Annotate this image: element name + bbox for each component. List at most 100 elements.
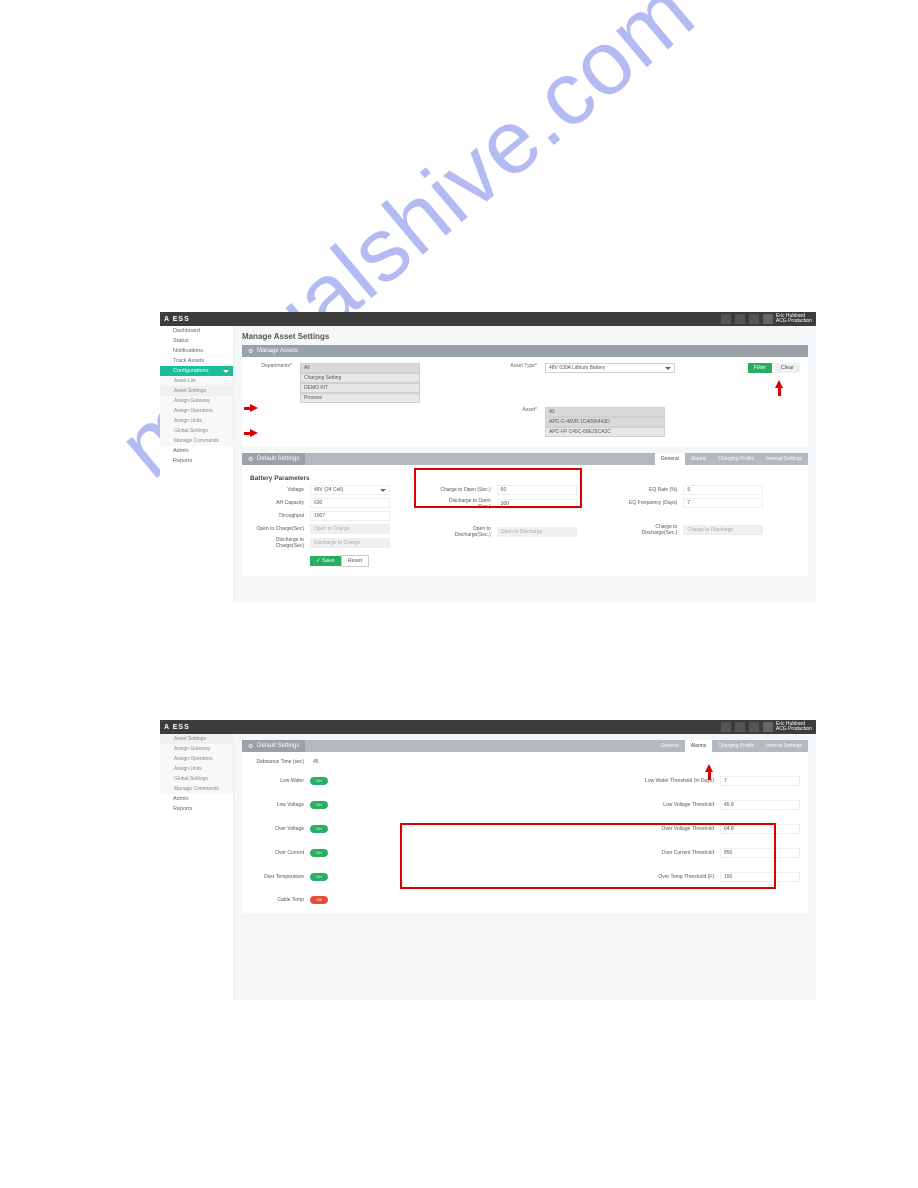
sidebar-item-configurations[interactable]: Configurations xyxy=(160,366,233,376)
sidebar-item-track-assets[interactable]: Track Assets xyxy=(160,356,233,366)
sidebar-sub-assign-units[interactable]: Assign Units xyxy=(160,416,233,426)
over-current-toggle[interactable]: On xyxy=(310,849,328,857)
top-icon-1[interactable] xyxy=(721,314,731,324)
brand-logo: A ESS xyxy=(164,316,190,323)
asset-type-select[interactable]: 48V 630A Lithium Battery xyxy=(545,363,675,373)
tab-charging-profile[interactable]: Charging Profile xyxy=(712,740,760,752)
dept-option-demo[interactable]: DEMO KIT xyxy=(300,383,420,393)
filter-button[interactable]: Filter xyxy=(748,363,772,373)
over-voltage-thresh-input[interactable]: 64.8 xyxy=(720,824,800,834)
asset-label: Asset* xyxy=(495,407,541,413)
throughput-input[interactable]: 1007 xyxy=(310,511,390,521)
topbar: A ESS Eric Hubbard ACG Production xyxy=(160,720,816,734)
user-org: ACG Production xyxy=(776,319,812,324)
dept-option-charging[interactable]: Charging Setting xyxy=(300,373,420,383)
top-icon-1[interactable] xyxy=(721,722,731,732)
gear-icon: ⚙ xyxy=(248,348,254,354)
sidebar-sub-asset-list[interactable]: Asset List xyxy=(160,376,233,386)
low-voltage-thresh-input[interactable]: 45.8 xyxy=(720,800,800,810)
chevron-down-icon xyxy=(665,367,671,370)
open-to-charge-input[interactable]: Open to Charge xyxy=(310,524,390,534)
tab-interval-settings[interactable]: Interval Settings xyxy=(760,740,808,752)
battery-params-heading: Battery Parameters xyxy=(250,475,800,482)
discharge-to-charge-input[interactable]: Discharge to Charge xyxy=(310,538,390,548)
charge-to-open-label: Charge to Open (Sec.) xyxy=(437,487,497,493)
over-current-label: Over Current xyxy=(250,850,310,856)
sidebar-sub-assign-operators[interactable]: Assign Operators xyxy=(160,754,233,764)
discharge-to-open-label: Discharge to Open (Sec.) xyxy=(437,498,497,510)
filter-panel: Departments* All Charging Setting DEMO K… xyxy=(242,357,808,447)
sidebar-item-admin[interactable]: Admin xyxy=(160,446,233,456)
sidebar-label: Reports xyxy=(173,458,192,464)
asset-option-all[interactable]: All xyxy=(545,407,665,417)
low-water-thresh-input[interactable]: 7 xyxy=(720,776,800,786)
discharge-to-open-input[interactable]: 300 xyxy=(497,499,577,509)
clear-button[interactable]: Clear xyxy=(775,363,800,373)
voltage-select[interactable]: 48V (24 Cell) xyxy=(310,485,390,495)
over-temp-thresh-input[interactable]: 150 xyxy=(720,872,800,882)
sidebar-item-status[interactable]: Status xyxy=(160,336,233,346)
toggle-on-text: On xyxy=(310,873,328,881)
low-voltage-toggle[interactable]: On xyxy=(310,801,328,809)
topbar-right: Eric Hubbard ACG Production xyxy=(721,314,812,324)
ah-input[interactable]: 630 xyxy=(310,498,390,508)
top-icon-2[interactable] xyxy=(735,722,745,732)
tab-charging-profile[interactable]: Charging Profile xyxy=(712,453,760,465)
sidebar-item-dashboard[interactable]: Dashboard xyxy=(160,326,233,336)
topbar: A ESS Eric Hubbard ACG Production xyxy=(160,312,816,326)
charge-to-discharge-label: Charge to Discharge(Sec.) xyxy=(623,524,683,536)
sidebar-sub-assign-operators[interactable]: Assign Operators xyxy=(160,406,233,416)
reset-button[interactable]: Reset xyxy=(341,555,369,567)
eq-rate-input[interactable]: 5 xyxy=(683,485,763,495)
gear-icon: ⚙ xyxy=(248,743,254,749)
cable-temp-toggle[interactable]: Off xyxy=(310,896,328,904)
over-temp-toggle[interactable]: On xyxy=(310,873,328,881)
sidebar-sub-assign-units[interactable]: Assign Units xyxy=(160,764,233,774)
tab-general[interactable]: General xyxy=(655,740,685,752)
sidebar: Asset Settings Assign Gateway Assign Ope… xyxy=(160,734,234,1000)
screenshot-settings-general: A ESS Eric Hubbard ACG Production Dashbo… xyxy=(160,312,816,602)
over-voltage-toggle[interactable]: On xyxy=(310,825,328,833)
tab-interval-settings[interactable]: Interval Settings xyxy=(760,453,808,465)
eq-freq-input[interactable]: 7 xyxy=(683,498,763,508)
alarms-panel: Debounce Time (sec)45 Low Water On Low W… xyxy=(242,752,808,913)
low-water-toggle[interactable]: On xyxy=(310,777,328,785)
dept-option-all[interactable]: All xyxy=(300,363,420,373)
sidebar-sub-asset-settings[interactable]: Asset Settings xyxy=(160,734,233,744)
avatar-icon xyxy=(763,314,773,324)
tab-alarms[interactable]: Alarms xyxy=(685,453,713,465)
asset-option-1[interactable]: APC-C-48VR 1C4006443D xyxy=(545,417,665,427)
sidebar-sub-global-settings[interactable]: Global Settings xyxy=(160,426,233,436)
asset-option-2[interactable]: APC-FP C45C-68E25CA2C xyxy=(545,427,665,437)
charge-to-discharge-input[interactable]: Charge to Discharge xyxy=(683,525,763,535)
tab-alarms[interactable]: Alarms xyxy=(685,740,713,752)
top-icon-3[interactable] xyxy=(749,722,759,732)
user-block[interactable]: Eric Hubbard ACG Production xyxy=(763,314,812,324)
save-button[interactable]: ✓ Save xyxy=(310,556,341,566)
sidebar-item-reports[interactable]: Reports xyxy=(160,456,233,466)
chevron-down-icon xyxy=(380,489,386,492)
sidebar-item-notifications[interactable]: Notifications xyxy=(160,346,233,356)
sidebar-sub-global-settings[interactable]: Global Settings xyxy=(160,774,233,784)
sidebar-sub-asset-settings[interactable]: Asset Settings xyxy=(160,386,233,396)
sidebar: Dashboard Status Notifications Track Ass… xyxy=(160,326,234,602)
sidebar-sub-assign-gateway[interactable]: Assign Gateway xyxy=(160,744,233,754)
sidebar-sub-manage-commands[interactable]: Manage Commands xyxy=(160,784,233,794)
sidebar-item-reports[interactable]: Reports xyxy=(160,804,233,814)
sidebar-item-admin[interactable]: Admin xyxy=(160,794,233,804)
sidebar-sub-assign-gateway[interactable]: Assign Gateway xyxy=(160,396,233,406)
dept-option-process[interactable]: Process xyxy=(300,393,420,403)
top-icon-3[interactable] xyxy=(749,314,759,324)
sidebar-sub-manage-commands[interactable]: Manage Commands xyxy=(160,436,233,446)
tab-general[interactable]: General xyxy=(655,453,685,465)
over-current-thresh-input[interactable]: 850 xyxy=(720,848,800,858)
open-to-discharge-input[interactable]: Open to Discharge xyxy=(497,527,577,537)
departments-label: Departments* xyxy=(250,363,296,369)
asset-listbox[interactable]: All APC-C-48VR 1C4006443D APC-FP C45C-68… xyxy=(545,407,675,437)
charge-to-open-input[interactable]: 60 xyxy=(497,485,577,495)
departments-listbox[interactable]: All Charging Setting DEMO KIT Process xyxy=(300,363,420,403)
top-icon-2[interactable] xyxy=(735,314,745,324)
user-block[interactable]: Eric Hubbard ACG Production xyxy=(763,722,812,732)
debounce-value[interactable]: 45 xyxy=(310,758,390,766)
eq-freq-label: EQ Frequency (Days) xyxy=(623,500,683,506)
